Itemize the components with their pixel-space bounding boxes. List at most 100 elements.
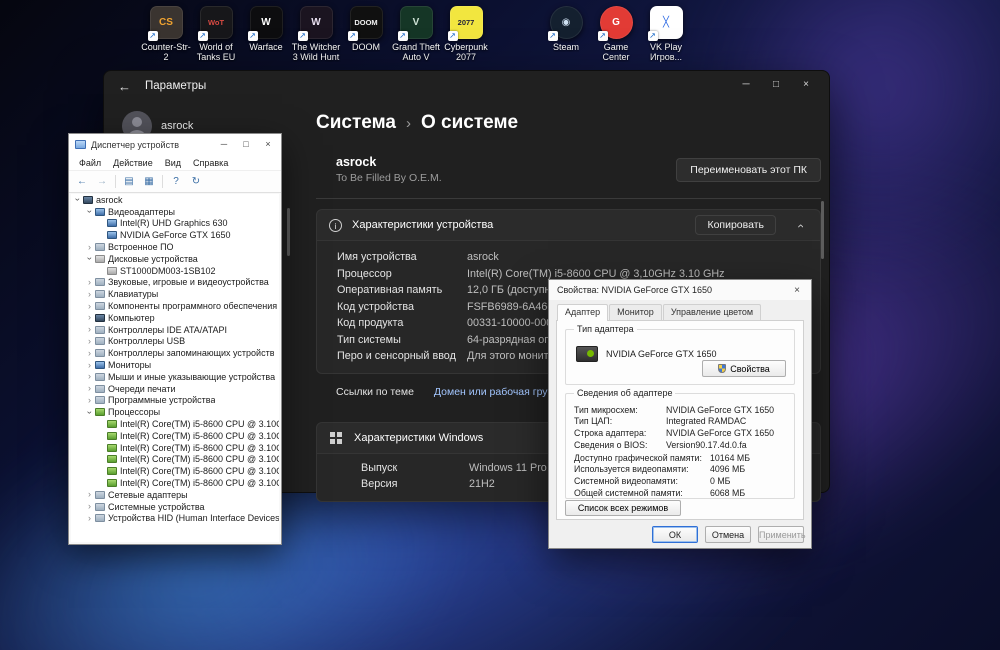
tree-item[interactable]: Контроллеры USB (71, 336, 279, 348)
disk-drive-icon (95, 254, 105, 263)
tree-item[interactable]: Intel(R) Core(TM) i5-8600 CPU @ 3.10GHz (71, 454, 279, 466)
tree-label: Intel(R) Core(TM) i5-8600 CPU @ 3.10GHz (120, 478, 279, 489)
tree-item[interactable]: Контроллеры запоминающих устройств (71, 347, 279, 359)
twisty-icon[interactable] (85, 254, 94, 263)
scan-hardware-changes-icon[interactable]: ↻ (187, 174, 205, 190)
show-console-tree-icon[interactable]: ▤ (120, 174, 138, 190)
tree-item[interactable]: Intel(R) Core(TM) i5-8600 CPU @ 3.10GHz (71, 477, 279, 489)
tree-item[interactable]: Мыши и иные указывающие устройства (71, 371, 279, 383)
adapter-properties-button[interactable]: Свойства (702, 360, 786, 377)
menu-help[interactable]: Справка (187, 158, 234, 168)
hid-icon (95, 514, 105, 523)
rename-pc-button[interactable]: Переименовать этот ПК (676, 157, 821, 182)
tree-item[interactable]: Компоненты программного обеспечения (71, 300, 279, 312)
uac-shield-icon (718, 364, 727, 373)
desktop-icon-warface[interactable]: W Warface (241, 6, 291, 62)
desktop-icon-counter-strike-2[interactable]: CS Counter-Str- 2 (141, 6, 191, 62)
desktop-icon-witcher-3[interactable]: W The Witcher 3 Wild Hunt (291, 6, 341, 62)
desktop-icon-game-center[interactable]: G Game Center (591, 6, 641, 62)
twisty-icon[interactable] (85, 514, 94, 523)
tree-item[interactable]: NVIDIA GeForce GTX 1650 (71, 229, 279, 241)
device-specs-header[interactable]: i Характеристики устройства Копировать (317, 210, 820, 240)
tree-item[interactable]: Встроенное ПО (71, 241, 279, 253)
menu-action[interactable]: Действие (107, 158, 159, 168)
forward-icon[interactable]: → (93, 174, 111, 190)
back-arrow-icon[interactable]: ← (118, 79, 131, 94)
list-all-modes-button[interactable]: Список всех режимов (565, 500, 681, 516)
close-button[interactable]: × (785, 285, 809, 296)
twisty-icon[interactable] (85, 490, 94, 499)
tab-monitor[interactable]: Монитор (609, 304, 662, 320)
tree-item[interactable]: Видеоадаптеры (71, 206, 279, 218)
close-button[interactable]: × (791, 73, 821, 97)
twisty-icon[interactable] (85, 372, 94, 381)
twisty-icon[interactable] (85, 361, 94, 370)
tree-item[interactable]: Мониторы (71, 359, 279, 371)
twisty-icon[interactable] (85, 278, 94, 287)
tree-item[interactable]: Intel(R) UHD Graphics 630 (71, 218, 279, 230)
tree-item[interactable]: Системные устройства (71, 501, 279, 513)
related-link[interactable]: Домен или рабочая группа (434, 386, 565, 398)
info-label: Сведения о BIOS: (574, 439, 648, 450)
tree-item[interactable]: Intel(R) Core(TM) i5-8600 CPU @ 3.10GHz (71, 418, 279, 430)
back-icon[interactable]: ← (73, 174, 91, 190)
shortcut-arrow-icon (297, 31, 308, 41)
scrollbar-thumb[interactable] (821, 201, 824, 259)
chevron-up-icon[interactable] (796, 218, 808, 232)
tree-item[interactable]: Очереди печати (71, 383, 279, 395)
desktop-icon-world-of-tanks[interactable]: WoT World of Tanks EU (191, 6, 241, 62)
twisty-icon[interactable] (85, 290, 94, 299)
twisty-icon[interactable] (85, 349, 94, 358)
tree-item[interactable]: ST1000DM003-1SB102 (71, 265, 279, 277)
minimize-button[interactable]: ─ (731, 73, 761, 97)
tree-item[interactable]: Клавиатуры (71, 288, 279, 300)
tree-item[interactable]: Сетевые адаптеры (71, 489, 279, 501)
copy-device-specs-button[interactable]: Копировать (695, 215, 776, 235)
twisty-icon[interactable] (85, 337, 94, 346)
minimize-button[interactable]: ─ (213, 135, 235, 154)
maximize-button[interactable]: □ (235, 135, 257, 154)
desktop-icon-gta-v[interactable]: V Grand Theft Auto V (391, 6, 441, 62)
twisty-icon[interactable] (85, 408, 94, 417)
tree-item[interactable]: Intel(R) Core(TM) i5-8600 CPU @ 3.10GHz (71, 442, 279, 454)
desktop-icon-doom[interactable]: DOOM DOOM (341, 6, 391, 62)
tab-adapter[interactable]: Адаптер (557, 304, 609, 321)
tree-item[interactable]: Intel(R) Core(TM) i5-8600 CPU @ 3.10GHz (71, 430, 279, 442)
tree-item[interactable]: Intel(R) Core(TM) i5-8600 CPU @ 3.10GHz (71, 465, 279, 477)
desktop-icon-steam[interactable]: ◉ Steam (541, 6, 591, 62)
twisty-icon[interactable] (85, 502, 94, 511)
tree-item[interactable]: Компьютер (71, 312, 279, 324)
tree-label: Мыши и иные указывающие устройства (108, 371, 276, 382)
desktop-icon-cyberpunk-2077[interactable]: 2077 Cyberpunk 2077 (441, 6, 491, 62)
menu-file[interactable]: Файл (73, 158, 107, 168)
tree-item[interactable]: Контроллеры IDE ATA/ATAPI (71, 324, 279, 336)
tree-item[interactable]: asrock (71, 194, 279, 206)
twisty-icon[interactable] (85, 325, 94, 334)
info-label: Строка адаптера: (574, 427, 647, 438)
tree-item[interactable]: Дисковые устройства (71, 253, 279, 265)
tree-item[interactable]: Программные устройства (71, 395, 279, 407)
twisty-icon[interactable] (85, 207, 94, 216)
nav-scrollbar-thumb[interactable] (287, 208, 290, 256)
menu-view[interactable]: Вид (159, 158, 187, 168)
cancel-button[interactable]: Отмена (705, 526, 751, 543)
desktop-icon-vk-play[interactable]: ╳ VK Play Игров... (641, 6, 691, 62)
twisty-icon[interactable] (85, 384, 94, 393)
maximize-button[interactable]: □ (761, 73, 791, 97)
twisty-icon[interactable] (85, 396, 94, 405)
close-button[interactable]: × (257, 135, 279, 154)
breadcrumb-system[interactable]: Система (316, 112, 396, 134)
apply-button[interactable]: Применить (758, 526, 806, 543)
help-icon[interactable]: ? (167, 174, 185, 190)
twisty-icon[interactable] (85, 243, 94, 252)
twisty-icon[interactable] (85, 313, 94, 322)
tree-item[interactable]: Процессоры (71, 406, 279, 418)
ok-button[interactable]: ОК (652, 526, 698, 543)
tab-color-management[interactable]: Управление цветом (662, 304, 762, 320)
tree-item[interactable]: Устройства HID (Human Interface Devices) (71, 513, 279, 525)
twisty-icon[interactable] (73, 195, 82, 204)
properties-icon[interactable]: ▦ (140, 174, 158, 190)
shortcut-arrow-icon (147, 31, 158, 41)
twisty-icon[interactable] (85, 302, 94, 311)
tree-item[interactable]: Звуковые, игровые и видеоустройства (71, 277, 279, 289)
